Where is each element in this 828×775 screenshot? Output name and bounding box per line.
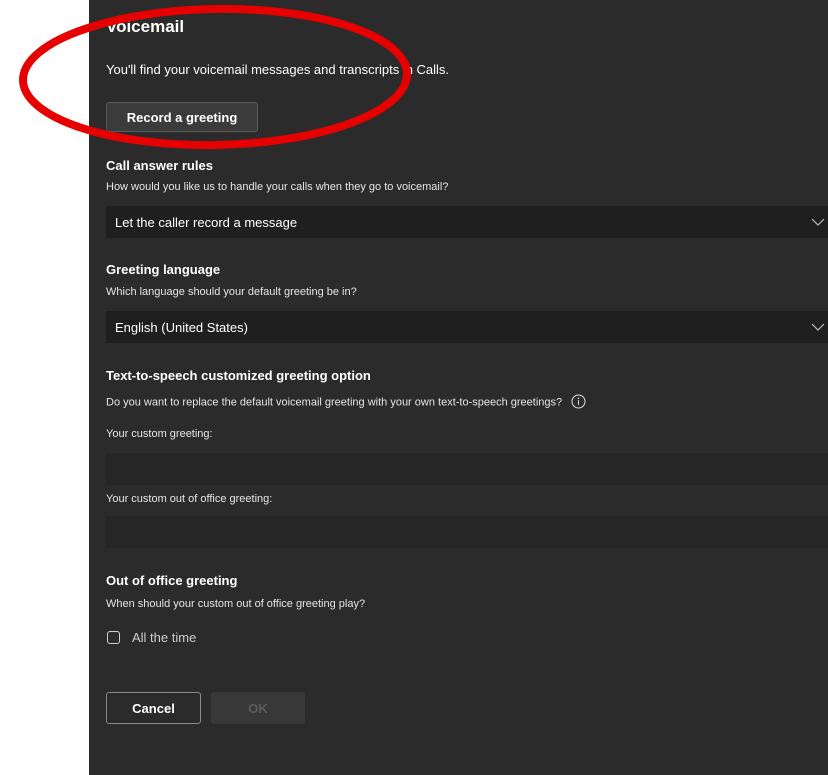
chevron-down-icon bbox=[811, 218, 825, 226]
tts-title: Text-to-speech customized greeting optio… bbox=[106, 368, 371, 383]
ok-button-disabled: OK bbox=[211, 692, 305, 724]
custom-ooo-greeting-input[interactable] bbox=[106, 516, 828, 548]
cancel-button[interactable]: Cancel bbox=[106, 692, 201, 724]
custom-greeting-input[interactable] bbox=[106, 453, 828, 485]
all-the-time-label: All the time bbox=[132, 630, 197, 645]
custom-greeting-label: Your custom greeting: bbox=[106, 428, 213, 440]
call-answer-rules-dropdown[interactable]: Let the caller record a message bbox=[106, 206, 828, 238]
all-the-time-checkbox-row[interactable]: All the time bbox=[107, 630, 196, 645]
greeting-language-dropdown[interactable]: English (United States) bbox=[106, 311, 828, 343]
record-greeting-button[interactable]: Record a greeting bbox=[106, 102, 258, 132]
page-title: Voicemail bbox=[106, 17, 185, 36]
info-icon[interactable] bbox=[571, 394, 586, 409]
call-answer-rules-title: Call answer rules bbox=[106, 158, 213, 173]
chevron-down-icon bbox=[811, 323, 825, 331]
out-of-office-description: When should your custom out of office gr… bbox=[106, 598, 366, 610]
voicemail-settings-panel: Voicemail You'll find your voicemail mes… bbox=[89, 0, 828, 775]
call-answer-rules-description: How would you like us to handle your cal… bbox=[106, 181, 449, 193]
greeting-language-title: Greeting language bbox=[106, 262, 221, 277]
call-answer-rules-selected-value: Let the caller record a message bbox=[115, 214, 298, 230]
all-the-time-checkbox[interactable] bbox=[107, 631, 120, 644]
greeting-language-selected-value: English (United States) bbox=[115, 319, 248, 335]
tts-description-row: Do you want to replace the default voice… bbox=[106, 394, 586, 409]
greeting-language-description: Which language should your default greet… bbox=[106, 286, 357, 298]
custom-ooo-greeting-label: Your custom out of office greeting: bbox=[106, 493, 273, 505]
out-of-office-title: Out of office greeting bbox=[106, 573, 238, 588]
tts-description: Do you want to replace the default voice… bbox=[106, 396, 563, 409]
voicemail-intro-text: You'll find your voicemail messages and … bbox=[106, 62, 450, 77]
